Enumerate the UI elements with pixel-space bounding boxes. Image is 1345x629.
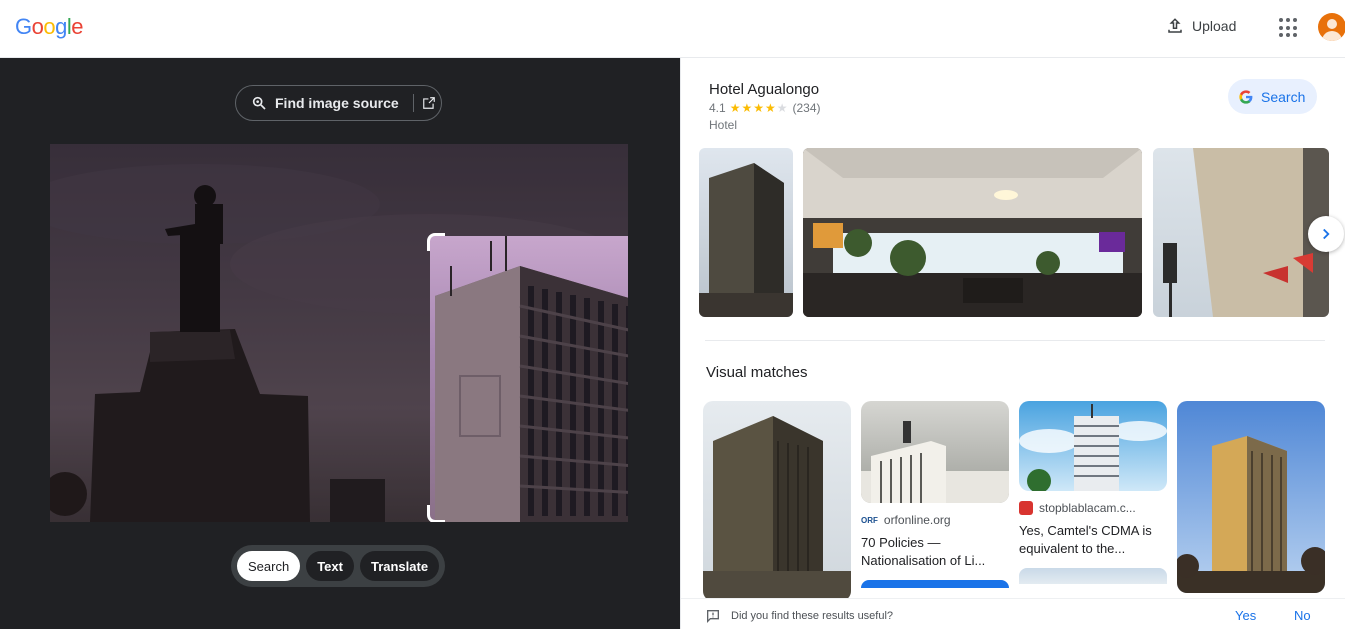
feedback-text: Did you find these results useful? xyxy=(731,610,894,622)
crop-selection[interactable] xyxy=(430,236,628,522)
source-site[interactable]: ORF orfonline.org xyxy=(861,513,1009,527)
next-card-image[interactable] xyxy=(861,580,1009,588)
place-type: Hotel xyxy=(709,118,738,132)
upload-button[interactable]: Upload xyxy=(1166,17,1236,35)
logo-letter: o xyxy=(43,14,56,39)
visual-match-image[interactable] xyxy=(703,401,851,601)
visual-matches-heading: Visual matches xyxy=(706,364,808,381)
mode-translate-button[interactable]: Translate xyxy=(359,551,440,581)
source-site[interactable]: stopblablacam.c... xyxy=(1019,501,1167,515)
find-image-source-label: Find image source xyxy=(275,95,399,111)
find-image-source-button[interactable]: Find image source xyxy=(235,85,442,121)
logo-letter: e xyxy=(71,14,84,39)
visual-match-image[interactable] xyxy=(1019,401,1167,491)
mode-search-button[interactable]: Search xyxy=(237,551,301,581)
visual-match-card[interactable] xyxy=(703,401,851,601)
lens-search-icon xyxy=(252,96,266,110)
place-photo[interactable] xyxy=(803,148,1142,317)
google-g-icon xyxy=(1239,89,1253,104)
crop-handle-bottom-left[interactable] xyxy=(427,505,445,522)
site-name: stopblablacam.c... xyxy=(1039,501,1136,515)
review-count[interactable]: (234) xyxy=(792,101,820,115)
rating-row: 4.1 ★★★★★ (234) xyxy=(709,101,821,115)
apps-grid-icon[interactable] xyxy=(1279,18,1299,38)
section-divider xyxy=(705,340,1325,341)
logo-letter: g xyxy=(55,14,67,39)
match-title[interactable]: 70 Policies — Nationalisation of Li... xyxy=(861,534,1009,570)
logo-letter: o xyxy=(31,14,44,39)
mode-text-button[interactable]: Text xyxy=(306,551,354,581)
visual-match-image[interactable] xyxy=(1177,401,1325,593)
visual-match-card[interactable]: stopblablacam.c... Yes, Camtel's CDMA is… xyxy=(1019,401,1167,584)
logo-letter: G xyxy=(15,14,32,39)
visual-match-image[interactable] xyxy=(861,401,1009,503)
crop-handle-top-left[interactable] xyxy=(427,233,445,251)
lens-mode-switcher: Search Text Translate xyxy=(231,545,445,587)
upload-label: Upload xyxy=(1192,18,1237,34)
feedback-yes-button[interactable]: Yes xyxy=(1235,608,1256,623)
rating-value: 4.1 xyxy=(709,101,726,115)
star-rating-icon: ★★★★★ xyxy=(729,101,789,115)
site-favicon xyxy=(1019,501,1033,515)
uploaded-photo[interactable] xyxy=(50,144,628,522)
visual-match-card[interactable] xyxy=(1177,401,1325,593)
feedback-no-button[interactable]: No xyxy=(1294,608,1311,623)
place-photo[interactable] xyxy=(699,148,793,317)
place-photo[interactable] xyxy=(1153,148,1329,317)
results-panel: Hotel Agualongo 4.1 ★★★★★ (234) Hotel Se… xyxy=(680,58,1345,629)
visual-match-card[interactable]: ORF orfonline.org 70 Policies — National… xyxy=(861,401,1009,588)
knowledge-panel-title[interactable]: Hotel Agualongo xyxy=(709,81,819,98)
feedback-icon xyxy=(707,610,719,623)
site-name: orfonline.org xyxy=(883,513,951,527)
upload-icon xyxy=(1168,18,1182,33)
feedback-question: Did you find these results useful? xyxy=(705,608,893,624)
open-external-icon[interactable] xyxy=(412,94,436,112)
account-avatar[interactable] xyxy=(1318,13,1345,41)
google-logo[interactable]: Google xyxy=(15,14,84,40)
feedback-bar: Did you find these results useful? Yes N… xyxy=(681,598,1345,629)
lens-image-panel: Find image source Search Text Translate xyxy=(0,58,680,629)
top-bar: Google Upload xyxy=(0,0,1345,58)
site-favicon: ORF xyxy=(861,515,878,525)
search-label: Search xyxy=(1261,88,1306,105)
chevron-right-icon[interactable] xyxy=(1308,216,1344,252)
google-search-button[interactable]: Search xyxy=(1228,79,1317,114)
next-card-image[interactable] xyxy=(1019,568,1167,584)
match-title[interactable]: Yes, Camtel's CDMA is equivalent to the.… xyxy=(1019,522,1167,558)
